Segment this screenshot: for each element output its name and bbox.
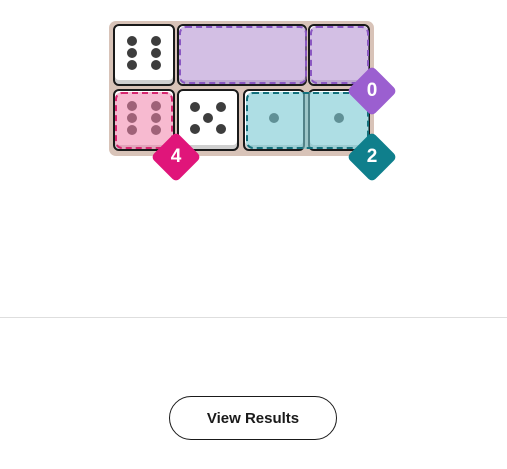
pip bbox=[203, 113, 213, 123]
pip bbox=[150, 35, 161, 46]
pip bbox=[127, 100, 138, 111]
region-target-value-pink: 4 bbox=[170, 146, 182, 167]
board-grid bbox=[113, 24, 370, 153]
domino-die[interactable] bbox=[243, 89, 305, 151]
pip bbox=[190, 102, 201, 113]
puzzle-board bbox=[109, 21, 374, 156]
region-target-value-purple: 0 bbox=[366, 80, 378, 101]
section-divider bbox=[0, 317, 507, 318]
pip bbox=[150, 48, 161, 58]
pip bbox=[127, 48, 138, 58]
domino-die-blank[interactable] bbox=[177, 24, 307, 86]
view-results-button[interactable]: View Results bbox=[169, 396, 337, 440]
pip bbox=[127, 35, 138, 46]
pip bbox=[215, 123, 226, 134]
pip bbox=[150, 125, 161, 136]
pip bbox=[215, 102, 226, 113]
pip bbox=[150, 113, 161, 123]
pip bbox=[127, 125, 138, 136]
pip bbox=[150, 100, 161, 111]
region-target-value-teal: 2 bbox=[366, 146, 378, 167]
pip bbox=[269, 113, 279, 123]
pip bbox=[127, 113, 138, 123]
pip bbox=[190, 123, 201, 134]
pip bbox=[334, 113, 344, 123]
domino-die[interactable] bbox=[113, 24, 175, 86]
pip bbox=[150, 60, 161, 71]
pip bbox=[127, 60, 138, 71]
